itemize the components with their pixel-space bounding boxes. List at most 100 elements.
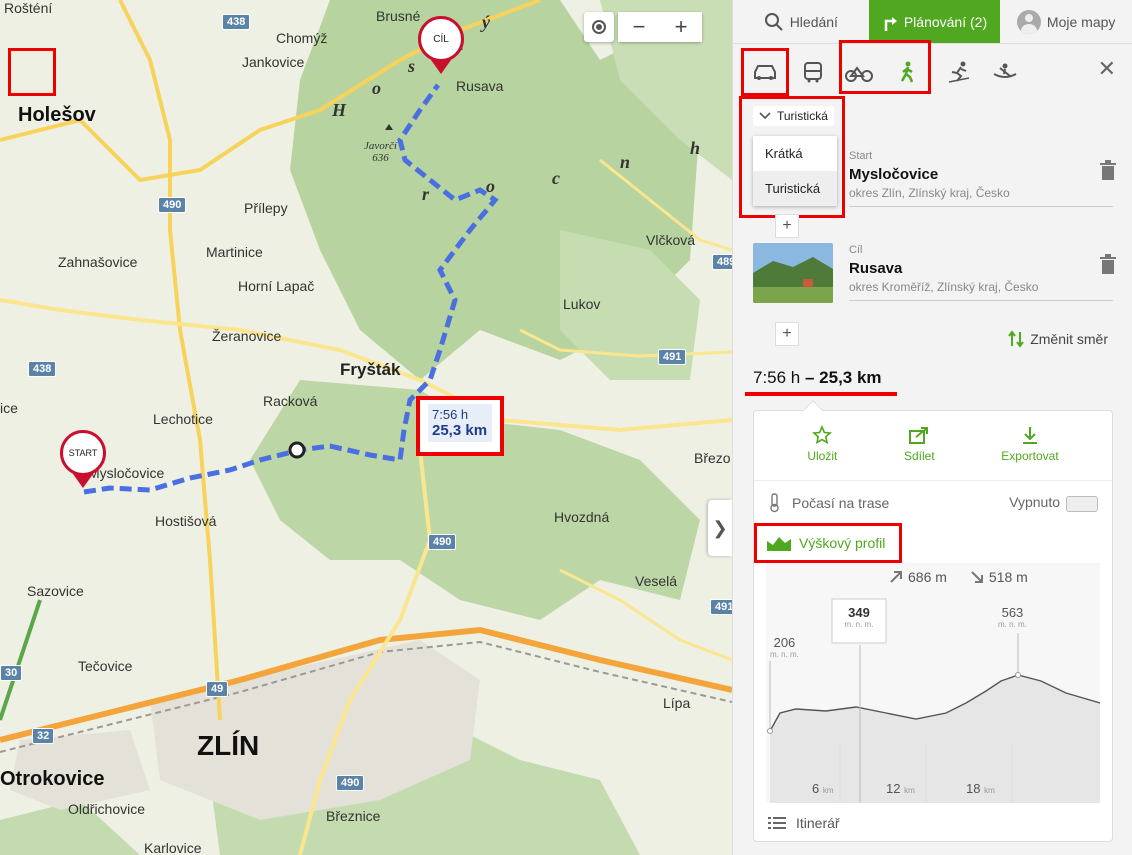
itinerary-label: Itinerář bbox=[796, 815, 840, 831]
place-label: Martinice bbox=[206, 244, 263, 260]
locate-button[interactable] bbox=[584, 12, 614, 42]
elevation-profile-label: Výškový profil bbox=[799, 535, 886, 551]
share-label: Sdílet bbox=[903, 449, 935, 463]
end-pin-label: CÍL bbox=[418, 16, 464, 62]
boat-icon bbox=[993, 63, 1017, 78]
tab-search[interactable]: Hledání bbox=[733, 0, 869, 43]
list-icon bbox=[768, 817, 786, 829]
stop-start[interactable]: Start Mysločovice okres Zlín, Zlínský kr… bbox=[849, 150, 1113, 207]
road-number: 32 bbox=[32, 728, 55, 744]
zoom-out-button[interactable]: − bbox=[618, 12, 660, 42]
place-label: Lukov bbox=[563, 296, 601, 312]
summary-time: 7:56 h bbox=[753, 368, 801, 387]
road-number: 491 bbox=[710, 599, 732, 615]
range-letter: s bbox=[408, 56, 416, 76]
tab-my-maps-label: Moje mapy bbox=[1046, 13, 1116, 30]
range-letter: h bbox=[690, 138, 701, 158]
collapse-panel-button[interactable]: ❯ bbox=[708, 500, 732, 556]
stop-name: Mysločovice bbox=[849, 166, 939, 183]
delete-end-icon[interactable] bbox=[1098, 254, 1118, 276]
ascent-value: 686 m bbox=[908, 569, 947, 585]
chevron-right-icon: ❯ bbox=[712, 517, 728, 538]
swap-label: Změnit směr bbox=[1030, 331, 1108, 347]
road-number: 30 bbox=[0, 665, 23, 681]
place-label: Sazovice bbox=[27, 583, 84, 599]
place-label: Veselá bbox=[635, 573, 678, 589]
place-label: Fryšták bbox=[340, 360, 401, 379]
place-label: Otrokovice bbox=[0, 768, 105, 790]
road-number: 438 bbox=[222, 14, 251, 30]
tab-my-maps[interactable]: Moje mapy bbox=[1000, 0, 1132, 43]
itinerary-button[interactable]: Itinerář bbox=[768, 815, 840, 831]
road-number: 49 bbox=[206, 681, 229, 697]
mode-boat[interactable] bbox=[985, 52, 1025, 92]
close-icon[interactable]: ✕ bbox=[1098, 56, 1116, 82]
route-distance: 25,3 km bbox=[432, 422, 488, 439]
elevation-point: 206 m. n. m. bbox=[770, 635, 799, 659]
route-type-select[interactable]: Turistická bbox=[753, 106, 834, 126]
add-stop-button[interactable]: + bbox=[775, 214, 799, 238]
end-pin[interactable]: CÍL bbox=[418, 16, 464, 74]
route-turn-icon bbox=[884, 16, 897, 31]
stop-label: Start bbox=[849, 150, 873, 162]
share-button[interactable]: Sdílet bbox=[904, 425, 935, 480]
zoom-in-button[interactable]: + bbox=[660, 12, 702, 42]
save-button[interactable]: Uložit bbox=[807, 425, 837, 480]
route-type-dropdown[interactable]: Turistická Krátká Turistická bbox=[753, 106, 837, 206]
map-canvas[interactable]: Rošténí Brusné Chomýž Jankovice Rusava H… bbox=[0, 0, 732, 855]
place-label: Jankovice bbox=[242, 54, 305, 70]
place-label: Karlovice bbox=[144, 840, 202, 855]
place-label: ZLÍN bbox=[197, 730, 260, 761]
save-label: Uložit bbox=[807, 449, 838, 463]
export-label: Exportovat bbox=[1001, 449, 1059, 463]
route-summary-label[interactable]: 7:56 h 25,3 km bbox=[416, 396, 504, 456]
stop-end[interactable]: Cíl Rusava okres Kroměříž, Zlínský kraj,… bbox=[849, 244, 1113, 301]
range-letter: o bbox=[486, 176, 495, 196]
arrow-up-right-icon bbox=[890, 571, 902, 583]
place-label: Brusné bbox=[376, 8, 421, 24]
route-type-option-hiking[interactable]: Turistická bbox=[753, 171, 837, 206]
export-button[interactable]: Exportovat bbox=[1001, 425, 1059, 480]
stop-name: Rusava bbox=[849, 260, 903, 277]
mode-ski[interactable] bbox=[939, 52, 979, 92]
start-pin[interactable]: START bbox=[60, 430, 106, 488]
summary-distance: 25,3 km bbox=[819, 368, 882, 387]
toggle-switch[interactable] bbox=[1066, 495, 1098, 512]
place-label: Březo bbox=[694, 450, 731, 466]
range-letter: n bbox=[620, 152, 631, 172]
road-number: 490 bbox=[158, 197, 187, 213]
place-label: Horní Lapač bbox=[238, 278, 315, 294]
weather-toggle[interactable]: Vypnuto bbox=[1009, 494, 1098, 512]
swap-icon bbox=[1008, 330, 1025, 348]
mode-bus[interactable] bbox=[793, 52, 833, 92]
avatar bbox=[1016, 9, 1041, 34]
place-label: Holešov bbox=[18, 104, 96, 126]
swap-direction-button[interactable]: Změnit směr bbox=[1008, 330, 1108, 348]
place-label: Žeranovice bbox=[212, 328, 282, 344]
chevron-down-icon bbox=[759, 112, 771, 120]
delete-start-icon[interactable] bbox=[1098, 160, 1118, 182]
tab-planning-label: Plánování (2) bbox=[903, 13, 988, 30]
elevation-chart: 686 m 518 m 206 m. n. m. 349 m. n. m. 56… bbox=[766, 563, 1100, 803]
elevation-point: 563 m. n. m. bbox=[998, 605, 1027, 629]
place-label: Vlčková bbox=[646, 232, 696, 248]
tab-planning[interactable]: Plánování (2) bbox=[868, 0, 1001, 43]
side-panel: Hledání Plánování (2) Moje mapy ✕ Turist… bbox=[8, 0, 1132, 855]
tab-search-label: Hledání bbox=[789, 13, 838, 30]
weather-row: Počasí na trase bbox=[768, 493, 889, 513]
share-icon bbox=[909, 427, 929, 444]
route-type-option-short[interactable]: Krátká bbox=[753, 136, 837, 171]
star-icon bbox=[812, 425, 833, 445]
km-tick: 18 km bbox=[966, 781, 995, 796]
place-label: Tečovice bbox=[78, 658, 133, 674]
place-label: Hvozdná bbox=[554, 509, 610, 525]
stop-region: okres Kroměříž, Zlínský kraj, Česko bbox=[849, 280, 1113, 301]
km-tick: 12 km bbox=[886, 781, 915, 796]
add-stop-button[interactable]: + bbox=[775, 322, 799, 346]
road-number: 490 bbox=[428, 534, 457, 550]
descent-value: 518 m bbox=[988, 569, 1028, 585]
weather-label: Počasí na trase bbox=[792, 495, 890, 511]
peak-label: Javorčí 636 bbox=[364, 140, 397, 164]
elevation-profile-button[interactable]: Výškový profil bbox=[754, 523, 902, 563]
place-label: Zahnašovice bbox=[58, 254, 138, 270]
